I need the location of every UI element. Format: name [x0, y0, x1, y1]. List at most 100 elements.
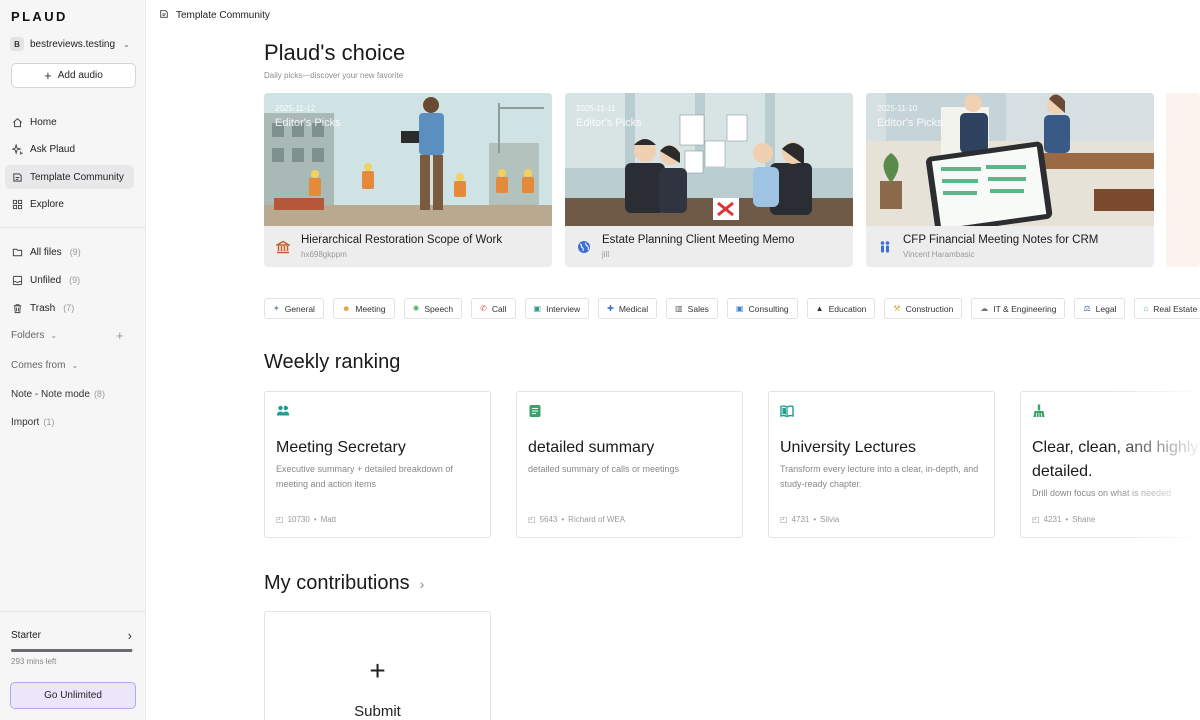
ranking-uses: 5643 [539, 515, 558, 524]
usage-icon: ◰ [528, 515, 536, 524]
nav-template-community[interactable]: Template Community [5, 165, 134, 189]
pick-title: Hierarchical Restoration Scope of Work [301, 234, 503, 246]
cloud-icon: ☁ [980, 304, 989, 313]
usage-icon: ◰ [780, 515, 788, 524]
category-chip[interactable]: ▣ Consulting [726, 298, 798, 319]
ranking-author: Silvia [820, 515, 840, 524]
ranking-author: Matt [320, 515, 337, 524]
ranking-footer: ◰ 4231 • Shane [1032, 515, 1095, 524]
pick-card[interactable]: 2025-11-12 Editor's Picks Hierarchical R… [264, 93, 552, 267]
category-chip[interactable]: ☻ Meeting [332, 298, 395, 319]
ranking-card[interactable]: Meeting Secretary Executive summary + de… [264, 391, 491, 538]
folders-label: Folders [11, 330, 45, 341]
chevron-down-icon: ⌄ [71, 361, 79, 370]
house-icon: ⌂ [1143, 304, 1149, 313]
pick-meta: Hierarchical Restoration Scope of Work h… [264, 226, 552, 267]
add-folder-icon[interactable]: + [116, 328, 124, 343]
nav-home[interactable]: Home [5, 110, 134, 134]
ranking-description: detailed summary of calls or meetings [528, 464, 680, 474]
account-avatar: B [10, 37, 24, 51]
submit-label: Submit [354, 703, 401, 720]
ranking-footer: ◰ 4731 • Silvia [780, 515, 839, 524]
breadcrumb-current: Template Community [176, 10, 270, 21]
separator-dot: • [813, 515, 817, 524]
add-audio-label: Add audio [57, 70, 103, 81]
import-count: (1) [43, 417, 55, 427]
plan-name: Starter [11, 630, 42, 641]
go-unlimited-button[interactable]: Go Unlimited [10, 682, 136, 709]
nav-unfiled[interactable]: Unfiled (9) [5, 268, 134, 292]
grid-icon [12, 199, 23, 210]
nav-all-files[interactable]: All files (9) [5, 240, 134, 264]
pick-card[interactable]: 2025-11-11 Editor's Picks Estate Plannin… [565, 93, 853, 267]
category-chip[interactable]: ▣ Interview [524, 298, 590, 319]
pick-card-partial[interactable] [1166, 93, 1200, 267]
pick-author: hx698gkppm [301, 250, 347, 259]
chevron-right-icon: › [419, 576, 425, 592]
pick-card[interactable]: 2025-11-10 Editor's Picks CFP Financial … [866, 93, 1154, 267]
pick-date: 2025-11-12 [275, 104, 316, 113]
source-import[interactable]: Import (1) [11, 417, 54, 428]
plan-row[interactable]: Starter › [11, 628, 132, 643]
ranking-author: Richard of WEA [568, 515, 626, 524]
ranking-card[interactable]: detailed summary detailed summary of cal… [516, 391, 743, 538]
trash-count: (7) [63, 303, 75, 313]
category-chip[interactable]: ✦ General [264, 298, 324, 319]
medical-icon: ✚ [607, 304, 614, 313]
category-chip[interactable]: ✺ Speech [403, 298, 463, 319]
ranking-uses: 4231 [1043, 515, 1062, 524]
chart-icon: ▥ [675, 304, 683, 313]
add-audio-button[interactable]: + Add audio [11, 63, 136, 88]
unfiled-count: (9) [69, 275, 81, 285]
nav-ask-plaud[interactable]: Ask Plaud [5, 137, 134, 161]
chevron-down-icon: ⌄ [50, 331, 58, 340]
category-chip-label: Construction [905, 303, 954, 314]
category-chip[interactable]: ✆ Call [471, 298, 516, 319]
ranking-title: Clear, clean, and highly detailed. [1032, 439, 1199, 480]
bank-icon [275, 239, 290, 254]
chevron-down-icon: ⌄ [123, 39, 130, 49]
category-chip[interactable]: ▲ Education [806, 298, 876, 319]
folders-toggle[interactable]: Folders ⌄ [11, 330, 57, 341]
pick-title: CFP Financial Meeting Notes for CRM [903, 234, 1099, 246]
category-chip[interactable]: ✚ Medical [598, 298, 658, 319]
comes-from-toggle[interactable]: Comes from ⌄ [11, 360, 78, 371]
source-note-mode[interactable]: Note - Note mode (8) [11, 389, 105, 400]
chat-icon: ▣ [735, 304, 744, 313]
mins-left: 293 mins left [11, 657, 57, 666]
nav-explore[interactable]: Explore [5, 192, 134, 216]
category-chip[interactable]: ☁ IT & Engineering [971, 298, 1066, 319]
pick-meta: Estate Planning Client Meeting Memo jill [565, 226, 853, 267]
usage-icon: ◰ [1032, 515, 1040, 524]
pick-author: jill [602, 250, 610, 259]
nav-trash[interactable]: Trash (7) [5, 296, 134, 320]
graduation-icon: ▲ [815, 304, 824, 313]
nav-explore-label: Explore [30, 198, 64, 210]
plus-icon: + [44, 68, 52, 83]
source-note-mode-label: Note - Note mode [11, 389, 90, 400]
account-name: bestreviews.testing [30, 38, 116, 50]
plaud-logo[interactable]: PLAUD [11, 9, 68, 24]
ranking-card[interactable]: University Lectures Transform every lect… [768, 391, 995, 538]
submit-template-card[interactable]: + Submit [264, 611, 491, 720]
sidebar-divider [0, 611, 146, 612]
category-chip[interactable]: ⚖ Legal [1074, 298, 1126, 319]
account-switcher[interactable]: B bestreviews.testing ⌄ [10, 37, 130, 51]
category-chip-label: IT & Engineering [993, 303, 1057, 314]
nav-trash-label: Trash [30, 302, 56, 314]
separator-dot: • [561, 515, 565, 524]
category-chip-label: Legal [1095, 303, 1117, 314]
category-chip[interactable]: ⚒ Construction [884, 298, 963, 319]
category-chip[interactable]: ▥ Sales [666, 298, 718, 319]
scale-icon: ⚖ [1083, 304, 1091, 313]
weekly-ranking-title: Weekly ranking [264, 351, 401, 373]
separator-dot: • [1065, 515, 1069, 524]
my-contributions-link[interactable]: My contributions › [264, 572, 424, 595]
ranking-description: Transform every lecture into a clear, in… [780, 464, 979, 489]
people-icon [877, 239, 892, 254]
broom-icon [1033, 404, 1045, 417]
note-mode-count: (8) [93, 389, 105, 399]
ranking-card[interactable]: Clear, clean, and highly detailed. Drill… [1020, 391, 1200, 538]
category-chip-label: Education [828, 303, 867, 314]
category-chip[interactable]: ⌂ Real Estate [1134, 298, 1200, 319]
